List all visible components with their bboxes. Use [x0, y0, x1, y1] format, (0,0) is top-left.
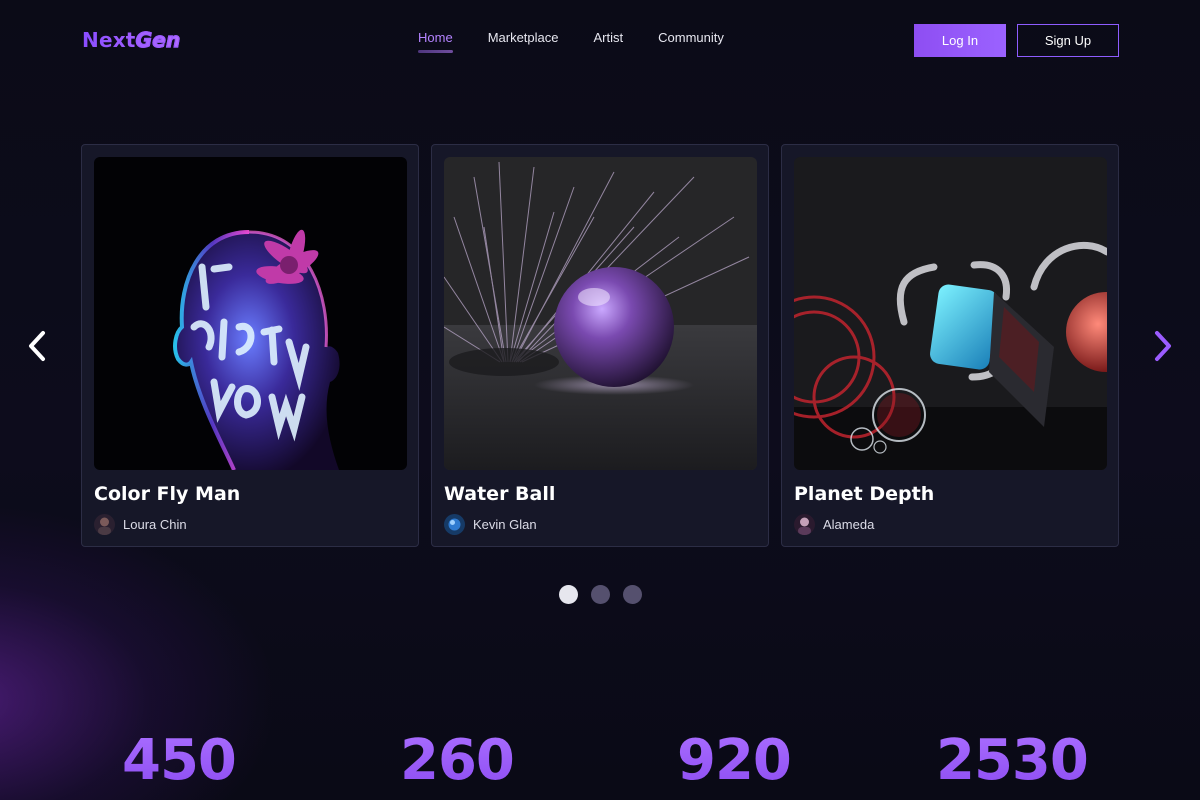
login-button[interactable]: Log In [914, 24, 1006, 57]
nextgen-logo[interactable]: NextGen [82, 27, 181, 52]
artwork-image [444, 157, 757, 470]
artist-name: Kevin Glan [473, 517, 537, 532]
nft-card[interactable]: Color Fly Man Loura Chin [81, 144, 419, 547]
chevron-right-icon [1155, 331, 1171, 361]
nav-marketplace[interactable]: Marketplace [488, 30, 559, 53]
artwork-image [794, 157, 1107, 470]
nav-home[interactable]: Home [418, 30, 453, 53]
logo-text-solid: Next [82, 28, 136, 52]
nav-artist[interactable]: Artist [594, 30, 624, 53]
stat-value: 450 [122, 728, 237, 793]
artwork-title: Color Fly Man [94, 483, 241, 505]
artist-name: Alameda [823, 517, 875, 532]
stat-value: 2530 [936, 728, 1089, 793]
signup-button[interactable]: Sign Up [1017, 24, 1119, 57]
carousel-pagination [559, 585, 642, 604]
pagination-dot[interactable] [623, 585, 642, 604]
nav-community[interactable]: Community [658, 30, 724, 53]
nft-card[interactable]: Planet Depth Alameda [781, 144, 1119, 547]
stat-value: 260 [400, 728, 515, 793]
avatar [794, 514, 815, 535]
artist-info[interactable]: Loura Chin [94, 514, 187, 535]
main-nav: Home Marketplace Artist Community [418, 30, 724, 53]
pagination-dot[interactable] [559, 585, 578, 604]
artist-name: Loura Chin [123, 517, 187, 532]
carousel-prev-button[interactable] [24, 329, 50, 363]
chevron-left-icon [29, 331, 45, 361]
artwork-image [94, 157, 407, 470]
carousel-next-button[interactable] [1150, 329, 1176, 363]
pagination-dot[interactable] [591, 585, 610, 604]
artwork-title: Planet Depth [794, 483, 935, 505]
artwork-title: Water Ball [444, 483, 556, 505]
artist-info[interactable]: Alameda [794, 514, 874, 535]
landing-page: NextGen Home Marketplace Artist Communit… [0, 0, 1200, 800]
avatar [444, 514, 465, 535]
artist-info[interactable]: Kevin Glan [444, 514, 537, 535]
logo-text-outline: Gen [135, 27, 181, 52]
avatar [94, 514, 115, 535]
stat-value: 920 [677, 728, 792, 793]
nft-card[interactable]: Water Ball Kevin Glan [431, 144, 769, 547]
